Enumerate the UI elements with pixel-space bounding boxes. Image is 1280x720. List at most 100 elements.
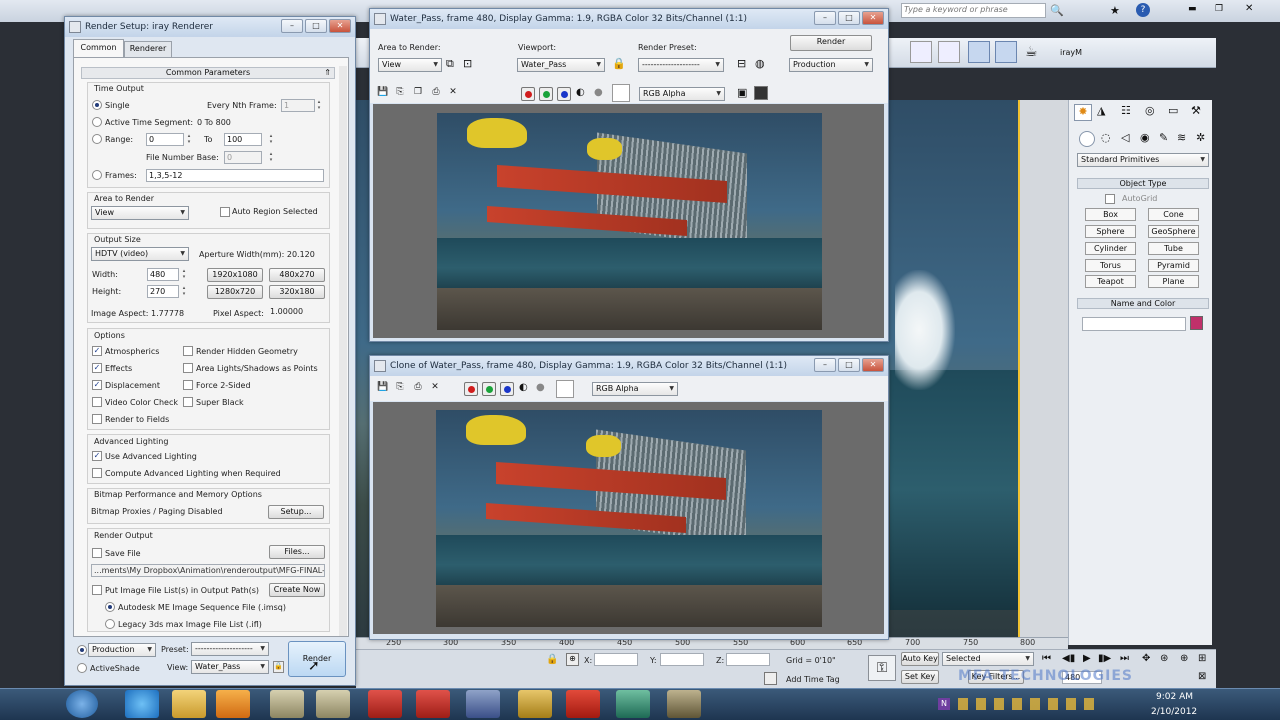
- teapot-button[interactable]: Teapot: [1085, 275, 1136, 288]
- minimize-button[interactable]: –: [281, 19, 303, 33]
- frame-area-dropdown[interactable]: View: [378, 58, 442, 72]
- save-image-icon[interactable]: 💾: [376, 86, 390, 100]
- cone-button[interactable]: Cone: [1148, 208, 1199, 221]
- print-icon[interactable]: ⎙: [429, 86, 443, 100]
- effects-checkbox[interactable]: ✓: [92, 363, 102, 373]
- outlook-icon[interactable]: [216, 690, 250, 718]
- pyramid-button[interactable]: Pyramid: [1148, 259, 1199, 272]
- goto-end-icon[interactable]: ⏭: [1120, 653, 1129, 664]
- category-dropdown[interactable]: Standard Primitives: [1077, 153, 1209, 167]
- lights-icon[interactable]: ◁: [1121, 131, 1129, 144]
- zoom-icon[interactable]: ⊕: [1180, 653, 1188, 664]
- search-icon[interactable]: 🔍: [1050, 4, 1064, 17]
- common-params-rollout[interactable]: Common Parameters ⇑: [81, 67, 335, 79]
- help-icon[interactable]: ?: [1136, 3, 1150, 17]
- modify-tab-icon[interactable]: ◮: [1097, 104, 1105, 117]
- clone-channel-dropdown[interactable]: RGB Alpha: [592, 382, 678, 396]
- explorer-icon[interactable]: [172, 690, 206, 718]
- red-channel-button[interactable]: [521, 87, 535, 101]
- view-dropdown[interactable]: Water_Pass: [191, 660, 269, 674]
- preset-480-button[interactable]: 480x270: [269, 268, 325, 282]
- next-frame-icon[interactable]: ▮▶: [1098, 653, 1111, 664]
- curve-editor-icon[interactable]: [910, 41, 932, 63]
- clear-icon[interactable]: ✕: [428, 381, 442, 395]
- save-file-checkbox[interactable]: [92, 548, 102, 558]
- viewport-dropdown[interactable]: Water_Pass: [517, 58, 605, 72]
- tube-button[interactable]: Tube: [1148, 242, 1199, 255]
- maximize-viewport-icon[interactable]: ⊠: [1198, 671, 1206, 682]
- clone-window-icon[interactable]: ❐: [411, 86, 425, 100]
- every-nth-field[interactable]: 1: [281, 99, 315, 112]
- viewport-lock-icon[interactable]: 🔒: [612, 57, 626, 70]
- camera-app-icon[interactable]: [667, 690, 701, 718]
- imsq-radio[interactable]: [105, 602, 115, 612]
- copy-image-icon[interactable]: ⎘: [393, 86, 407, 100]
- sketchbook-icon[interactable]: [518, 690, 552, 718]
- utilities-tab-icon[interactable]: ⚒: [1191, 104, 1201, 117]
- edit-region-icon[interactable]: ⧉: [446, 57, 454, 71]
- object-name-field[interactable]: [1082, 317, 1186, 331]
- cameras-icon[interactable]: ◉: [1140, 131, 1150, 144]
- green-channel-button[interactable]: [482, 382, 496, 396]
- prev-frame-icon[interactable]: ◀▮: [1062, 653, 1075, 664]
- autogrid-checkbox[interactable]: [1105, 194, 1115, 204]
- ifl-radio[interactable]: [105, 619, 115, 629]
- width-field[interactable]: 480: [147, 268, 179, 281]
- z-field[interactable]: [726, 653, 770, 666]
- x-field[interactable]: [594, 653, 638, 666]
- print-icon[interactable]: ⎙: [411, 381, 425, 395]
- files-button[interactable]: Files...: [269, 545, 325, 559]
- hierarchy-tab-icon[interactable]: ☷: [1121, 104, 1131, 117]
- environment-icon[interactable]: ◍: [755, 57, 765, 70]
- cylinder-button[interactable]: Cylinder: [1085, 242, 1136, 255]
- name-color-rollout[interactable]: Name and Color: [1077, 298, 1209, 309]
- autocad-icon[interactable]: [368, 690, 402, 718]
- box-button[interactable]: Box: [1085, 208, 1136, 221]
- render-to-fields-checkbox[interactable]: [92, 414, 102, 424]
- production-dropdown[interactable]: Production: [88, 643, 156, 657]
- display-toggle-icon[interactable]: ▣: [737, 86, 747, 99]
- single-radio[interactable]: [92, 100, 102, 110]
- auto-key-button[interactable]: Auto Key: [901, 652, 939, 666]
- object-type-rollout[interactable]: Object Type: [1077, 178, 1209, 189]
- close-button[interactable]: ✕: [329, 19, 351, 33]
- revit-icon[interactable]: [416, 690, 450, 718]
- every-nth-spinner[interactable]: ▴ ▾: [316, 99, 322, 111]
- rendered-image[interactable]: [437, 113, 822, 330]
- selected-dropdown[interactable]: Selected: [942, 652, 1034, 666]
- swatch-box[interactable]: [556, 380, 574, 398]
- range-from-spinner[interactable]: ▴ ▾: [186, 133, 192, 145]
- time-tag-icon[interactable]: [764, 672, 777, 685]
- width-spinner[interactable]: ▴ ▾: [181, 268, 187, 280]
- render-setup-icon[interactable]: ⊟: [737, 57, 746, 70]
- absolute-mode-icon[interactable]: ⊕: [566, 653, 579, 666]
- pan-icon[interactable]: ✥: [1142, 653, 1150, 664]
- super-black-checkbox[interactable]: [183, 397, 193, 407]
- monochrome-icon[interactable]: ●: [536, 382, 545, 393]
- clone-rendered-image[interactable]: [436, 410, 822, 627]
- preset-320-button[interactable]: 320x180: [269, 285, 325, 299]
- tray-icon-n[interactable]: N: [938, 698, 950, 710]
- use-advanced-lighting-checkbox[interactable]: ✓: [92, 451, 102, 461]
- output-path-field[interactable]: ...ments\My Dropbox\Animation\renderoutp…: [91, 564, 325, 577]
- render-frame-icon[interactable]: [995, 41, 1017, 63]
- display-tab-icon[interactable]: ▭: [1168, 104, 1178, 117]
- maximize-button[interactable]: □: [838, 11, 860, 25]
- range-to-field[interactable]: 100: [224, 133, 262, 146]
- frame-render-button[interactable]: Render: [790, 35, 872, 51]
- minimize-button[interactable]: –: [814, 358, 836, 372]
- close-button[interactable]: ✕: [862, 11, 884, 25]
- create-tab-icon[interactable]: ✸: [1074, 104, 1092, 121]
- height-spinner[interactable]: ▴ ▾: [181, 285, 187, 297]
- video-color-check-checkbox[interactable]: [92, 397, 102, 407]
- copy-image-icon[interactable]: ⎘: [393, 381, 407, 395]
- activeshade-radio[interactable]: [77, 663, 87, 673]
- object-color-swatch[interactable]: [1190, 316, 1203, 330]
- create-now-button[interactable]: Create Now: [269, 583, 325, 597]
- blue-channel-button[interactable]: [500, 382, 514, 396]
- close-icon[interactable]: ✕: [1245, 3, 1253, 14]
- range-from-field[interactable]: 0: [146, 133, 184, 146]
- 3dsmax2-icon[interactable]: [316, 690, 350, 718]
- compute-lighting-checkbox[interactable]: [92, 468, 102, 478]
- render-preset-dropdown[interactable]: --------------------: [638, 58, 724, 72]
